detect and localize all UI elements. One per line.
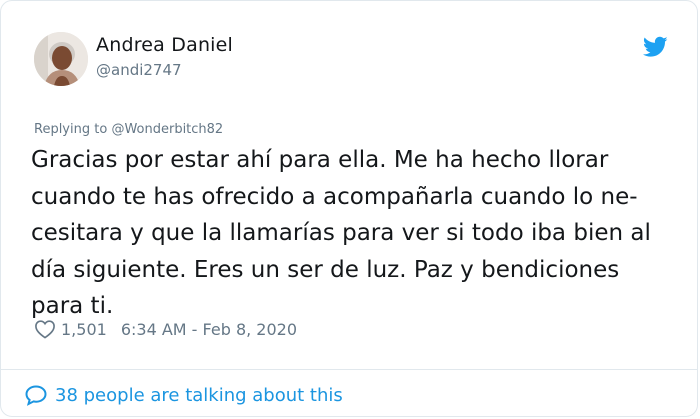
tweet-card: Andrea Daniel @andi2747 Replying to @Won… — [0, 0, 698, 417]
heart-icon[interactable] — [34, 319, 56, 339]
tweet-meta: 1,501 6:34 AM - Feb 8, 2020 — [34, 319, 297, 339]
replying-to: Replying to @Wonderbitch82 — [34, 122, 223, 137]
tweet-text: Gracias por estar ahí para ella. Me ha h… — [31, 147, 651, 319]
conversation-link[interactable]: 38 people are talking about this — [24, 384, 343, 406]
twitter-bird-icon[interactable] — [643, 36, 668, 58]
author-name[interactable]: Andrea Daniel — [96, 34, 233, 56]
like-count[interactable]: 1,501 — [61, 320, 107, 339]
conversation-count-label[interactable]: 38 people are talking about this — [55, 385, 343, 406]
divider — [1, 369, 697, 370]
timestamp[interactable]: 6:34 AM - Feb 8, 2020 — [121, 320, 297, 339]
avatar[interactable] — [34, 32, 88, 86]
replying-to-label: Replying to — [34, 122, 108, 137]
author-handle[interactable]: @andi2747 — [96, 61, 182, 79]
reply-mention-link[interactable]: @Wonderbitch82 — [111, 122, 223, 137]
speech-bubble-icon — [25, 385, 47, 406]
